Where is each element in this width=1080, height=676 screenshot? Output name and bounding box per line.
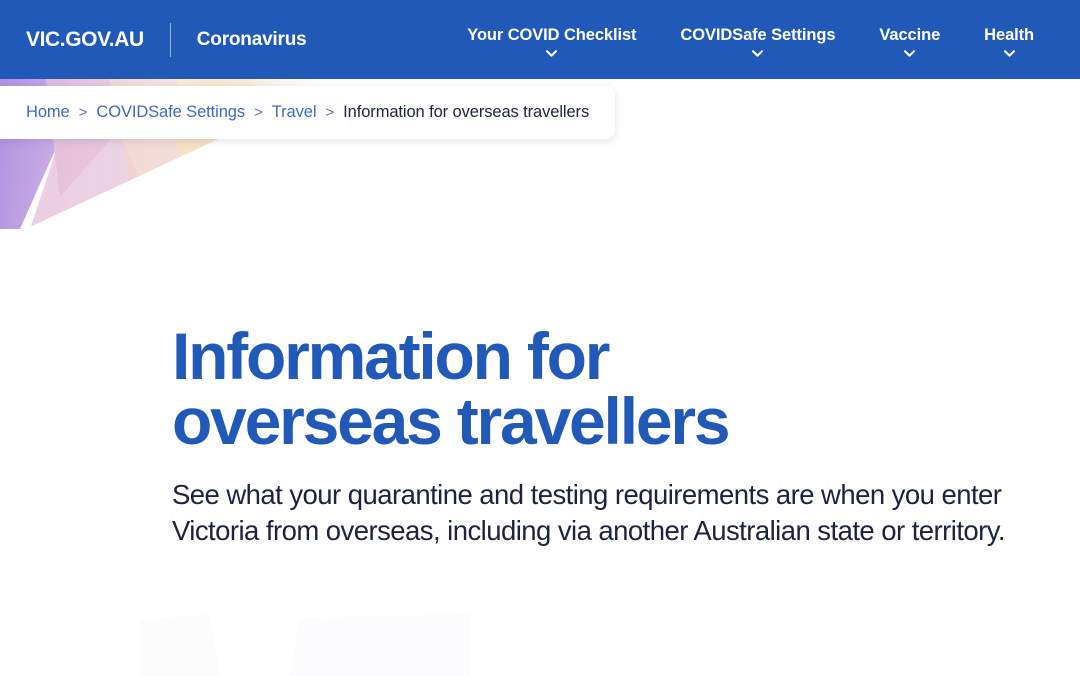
vic-gov-au-logo[interactable]: VIC.GOV.AU <box>26 29 144 50</box>
breadcrumb-item-current: Information for overseas travellers <box>343 103 590 121</box>
nav-item-vaccine[interactable]: Vaccine <box>857 26 962 58</box>
nav-item-label: COVIDSafe Settings <box>680 25 836 44</box>
hero-section: Information for overseas travellers See … <box>0 79 1080 549</box>
nav-item-label: Your COVID Checklist <box>467 25 637 44</box>
breadcrumb-separator: > <box>78 104 88 121</box>
nav-item-your-covid-checklist[interactable]: Your COVID Checklist <box>445 26 658 58</box>
breadcrumb: Home > COVIDSafe Settings > Travel > Inf… <box>0 86 616 139</box>
chevron-down-icon <box>904 50 916 58</box>
brand-group: VIC.GOV.AU Coronavirus <box>26 22 307 57</box>
nav-item-covidsafe-settings[interactable]: COVIDSafe Settings <box>658 26 857 58</box>
nav-item-health[interactable]: Health <box>962 26 1056 58</box>
breadcrumb-item-covidsafe-settings[interactable]: COVIDSafe Settings <box>96 103 245 122</box>
chevron-down-icon <box>1003 50 1015 58</box>
page-subtitle: See what your quarantine and testing req… <box>172 478 1006 546</box>
chevron-down-icon <box>546 50 558 58</box>
coronavirus-section-link[interactable]: Coronavirus <box>197 30 307 49</box>
breadcrumb-separator: > <box>325 104 335 121</box>
breadcrumb-wrapper: Home > COVIDSafe Settings > Travel > Inf… <box>0 86 616 139</box>
breadcrumb-item-travel[interactable]: Travel <box>272 103 317 122</box>
brand-divider <box>169 22 171 57</box>
breadcrumb-separator: > <box>254 104 263 121</box>
chevron-down-icon <box>752 50 764 58</box>
site-header: VIC.GOV.AU Coronavirus Your COVID Checkl… <box>0 0 1080 79</box>
bottom-polygon-decor <box>140 614 470 676</box>
nav-item-label: Health <box>984 25 1034 44</box>
main-navigation: Your COVID Checklist COVIDSafe Settings … <box>445 22 1056 58</box>
breadcrumb-item-home[interactable]: Home <box>26 103 70 122</box>
nav-item-label: Vaccine <box>879 25 941 44</box>
